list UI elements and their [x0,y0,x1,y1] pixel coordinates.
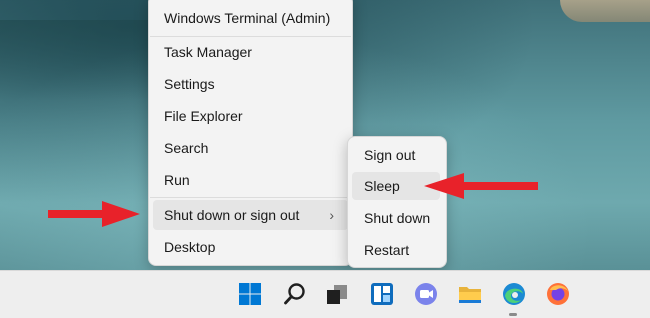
shutdown-submenu: Sign out Sleep Shut down Restart [347,136,447,268]
menu-item-task-manager[interactable]: Task Manager [153,37,348,67]
widgets-icon[interactable] [370,282,394,306]
file-explorer-icon[interactable] [458,282,482,306]
firefox-icon[interactable] [546,282,570,306]
submenu-item-sign-out[interactable]: Sign out [352,141,440,169]
chevron-right-icon: › [329,207,334,223]
menu-item-label: Windows Terminal (Admin) [164,10,331,26]
menu-item-label: Run [164,172,190,188]
menu-item-settings[interactable]: Settings [153,69,348,99]
menu-item-desktop[interactable]: Desktop [153,232,348,262]
submenu-item-restart[interactable]: Restart [352,236,440,264]
menu-separator [150,197,351,198]
menu-item-file-explorer[interactable]: File Explorer [153,101,348,131]
red-arrow-left-annotation [424,173,538,199]
menu-item-label: File Explorer [164,108,243,124]
start-icon[interactable] [238,282,262,306]
taskbar [0,270,650,318]
menu-item-shut-down-or-sign-out[interactable]: Shut down or sign out › [153,200,348,230]
menu-item-label: Search [164,140,209,156]
menu-item-label: Settings [164,76,215,92]
menu-item-label: Desktop [164,239,216,255]
wallpaper-shoreline [560,0,650,22]
menu-item-label: Task Manager [164,44,252,60]
task-view-icon[interactable] [325,282,349,306]
wallpaper-reflection [0,20,150,100]
submenu-item-shut-down[interactable]: Shut down [352,204,440,232]
edge-icon[interactable] [502,282,526,306]
menu-item-search[interactable]: Search [153,133,348,163]
red-arrow-right-annotation [48,201,140,227]
menu-item-run[interactable]: Run [153,165,348,195]
menu-item-label: Shut down or sign out [164,207,300,223]
menu-item-windows-terminal-admin[interactable]: Windows Terminal (Admin) [153,3,348,33]
submenu-item-label: Shut down [364,210,431,226]
teams-chat-icon[interactable] [414,282,438,306]
running-indicator [509,313,517,316]
submenu-item-label: Restart [364,242,410,258]
submenu-item-label: Sleep [364,178,400,194]
submenu-item-label: Sign out [364,147,416,163]
winx-context-menu: Windows Terminal (Admin) Task Manager Se… [148,0,353,266]
search-icon[interactable] [283,282,307,306]
